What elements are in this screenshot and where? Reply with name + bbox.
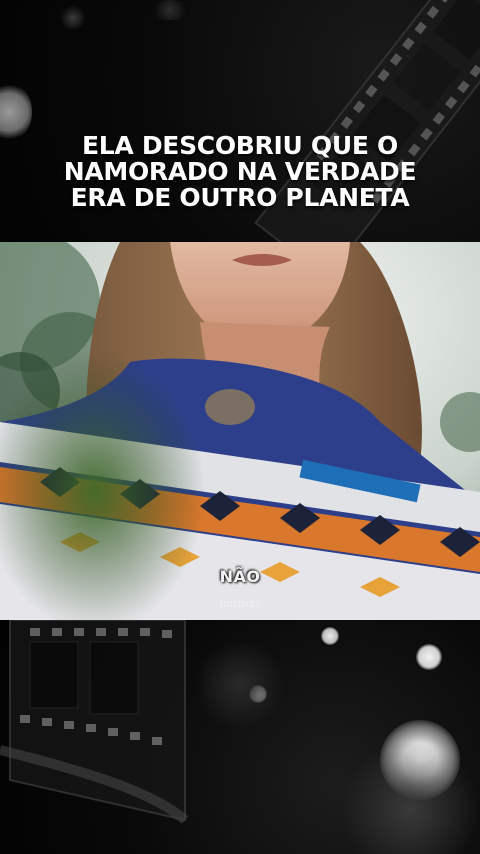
scene-illustration xyxy=(0,242,480,620)
headline-text: ELA DESCOBRIU QUE O NAMORADO NA VERDADE … xyxy=(0,133,480,211)
video-frame[interactable] xyxy=(0,242,480,620)
headline-line-2: NAMORADO NA VERDADE xyxy=(63,157,417,186)
watermark-text: HDTIMES xyxy=(219,600,261,609)
subtitle-caption: NÃO xyxy=(219,567,261,586)
bokeh-light xyxy=(195,640,285,730)
bokeh-light xyxy=(321,627,339,645)
headline-line-3: ERA DE OUTRO PLANETA xyxy=(70,183,410,212)
headline-line-1: ELA DESCOBRIU QUE O xyxy=(82,131,398,160)
bokeh-light xyxy=(416,644,442,670)
bottom-background xyxy=(0,620,480,854)
